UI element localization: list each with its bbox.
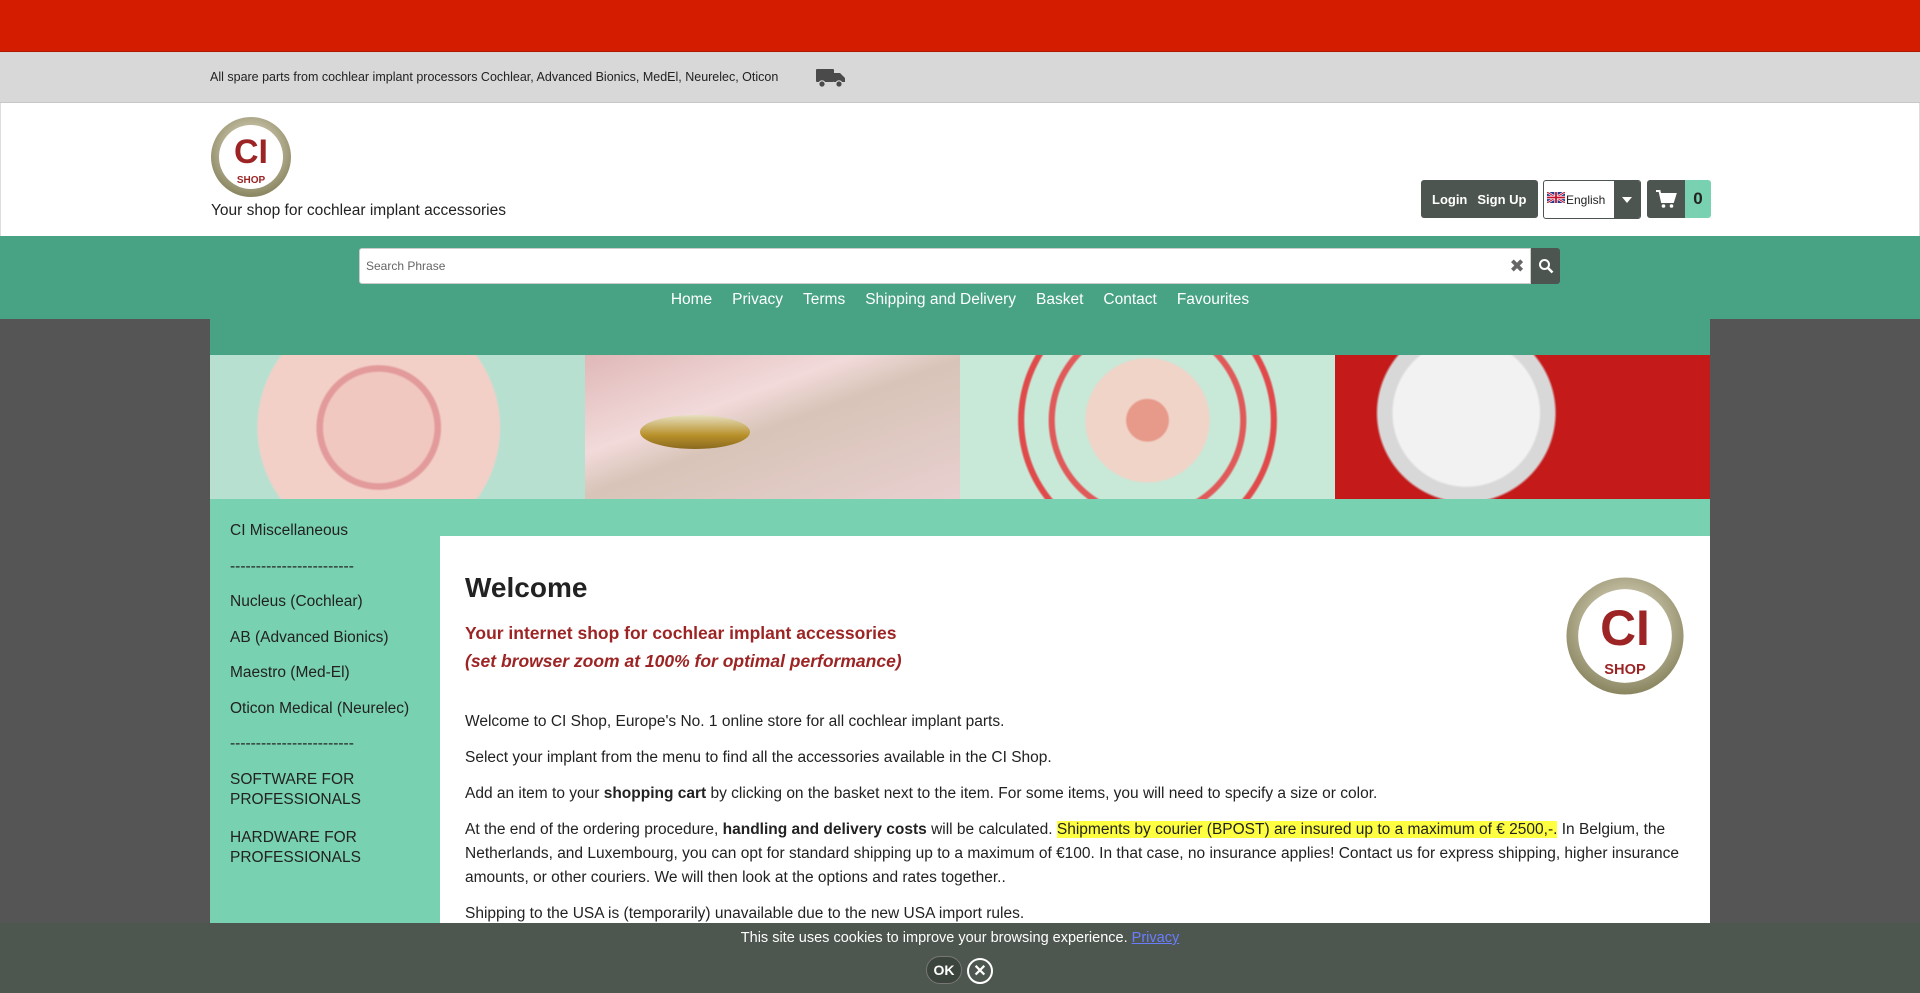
search-input[interactable]: Search Phrase [360, 259, 1504, 273]
login-button[interactable]: Login [1427, 192, 1472, 207]
info-bar: All spare parts from cochlear implant pr… [0, 52, 1920, 103]
zoom-note: (set browser zoom at 100% for optimal pe… [465, 651, 902, 671]
site-tagline: Your shop for cochlear implant accessori… [211, 202, 506, 219]
sidebar-item-oticon[interactable]: Oticon Medical (Neurelec) [230, 699, 430, 735]
sidebar-item-software[interactable]: SOFTWARE FOR PROFESSIONALS [230, 770, 430, 828]
cart-paragraph: Add an item to your shopping cart by cli… [465, 785, 1378, 802]
truck-icon [816, 67, 846, 94]
menu-shipping[interactable]: Shipping and Delivery [855, 291, 1026, 309]
category-sidebar: CI Miscellaneous -----------------------… [230, 521, 430, 886]
site-logo[interactable]: CI SHOP [210, 116, 292, 198]
sidebar-item-ab[interactable]: AB (Advanced Bionics) [230, 628, 430, 664]
sidebar-divider: ------------------------ [230, 735, 354, 752]
signup-button[interactable]: Sign Up [1472, 192, 1531, 207]
cart-count: 0 [1685, 180, 1711, 218]
menu-contact[interactable]: Contact [1093, 291, 1166, 309]
chevron-down-icon[interactable] [1614, 181, 1640, 218]
language-value: English [1566, 192, 1606, 207]
site-header: CI SHOP Your shop for cochlear implant a… [0, 103, 1920, 236]
language-label: English [1544, 181, 1614, 218]
sidebar-divider: ------------------------ [230, 557, 354, 575]
clear-search-icon[interactable]: ✖ [1504, 256, 1530, 277]
banner-image-1 [210, 355, 585, 500]
banner-image-3 [960, 355, 1335, 500]
top-red-bar [0, 0, 1920, 52]
content-logo: CI SHOP [1565, 576, 1685, 696]
banner-image-4 [1335, 355, 1710, 500]
menu-favourites[interactable]: Favourites [1167, 291, 1259, 309]
shipping-paragraph: At the end of the ordering procedure, ha… [465, 821, 1680, 886]
cookie-banner: This site uses cookies to improve your b… [0, 923, 1920, 993]
intro-paragraph: Welcome to CI Shop, Europe's No. 1 onlin… [465, 713, 1005, 730]
page-title: Welcome [465, 572, 588, 603]
close-icon[interactable]: ✕ [967, 958, 993, 984]
cookie-message: This site uses cookies to improve your b… [740, 930, 1180, 946]
cookie-privacy-link[interactable]: Privacy [1132, 930, 1180, 946]
svg-text:CI: CI [1600, 600, 1650, 656]
menu-privacy[interactable]: Privacy [722, 291, 793, 309]
navigation-band: Search Phrase ✖ Home Privacy Terms Shipp… [0, 236, 1920, 319]
menu-terms[interactable]: Terms [793, 291, 855, 309]
search-box: Search Phrase ✖ [359, 248, 1531, 284]
cart-button[interactable]: 0 [1647, 180, 1711, 218]
svg-text:SHOP: SHOP [1604, 662, 1646, 678]
banner-images [210, 355, 1710, 500]
menu-home[interactable]: Home [661, 291, 722, 309]
account-buttons: Login Sign Up [1421, 180, 1538, 218]
select-paragraph: Select your implant from the menu to fin… [465, 749, 1052, 766]
main-container: CI Miscellaneous -----------------------… [210, 319, 1710, 993]
language-selector[interactable]: English [1543, 180, 1641, 219]
green-strip [210, 319, 1710, 355]
insurance-highlight: Shipments by courier (BPOST) are insured… [1056, 821, 1558, 838]
banner-image-2 [585, 355, 960, 500]
page-subtitle: Your internet shop for cochlear implant … [465, 623, 897, 643]
svg-text:SHOP: SHOP [237, 175, 266, 186]
info-text: All spare parts from cochlear implant pr… [210, 70, 779, 84]
menu-basket[interactable]: Basket [1026, 291, 1093, 309]
svg-text:CI: CI [234, 133, 268, 171]
sidebar-item-maestro[interactable]: Maestro (Med-El) [230, 663, 430, 699]
uk-flag-icon [1547, 192, 1565, 203]
sidebar-item-ci-misc[interactable]: CI Miscellaneous [230, 521, 430, 557]
main-menu: Home Privacy Terms Shipping and Delivery… [0, 291, 1920, 309]
cart-icon [1647, 180, 1685, 218]
search-icon [1538, 259, 1553, 274]
cookie-ok-button[interactable]: OK [926, 956, 962, 984]
sidebar-item-hardware[interactable]: HARDWARE FOR PROFESSIONALS [230, 828, 430, 886]
sidebar-item-nucleus[interactable]: Nucleus (Cochlear) [230, 592, 430, 628]
search-button[interactable] [1531, 248, 1560, 284]
